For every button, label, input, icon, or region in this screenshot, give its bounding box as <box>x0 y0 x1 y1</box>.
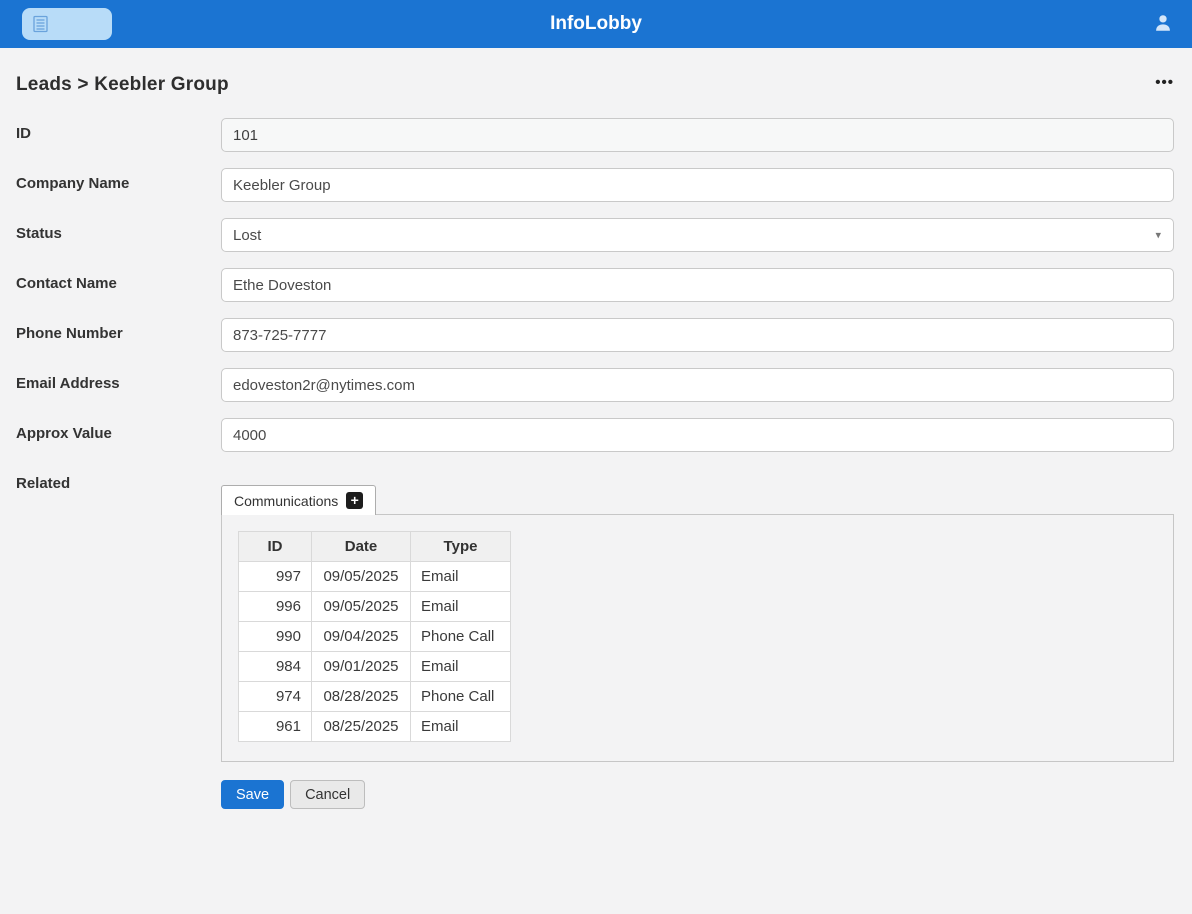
cell-id: 961 <box>239 712 312 742</box>
top-bar: InfoLobby <box>0 0 1192 48</box>
breadcrumb-row: Leads > Keebler Group ••• <box>0 48 1192 118</box>
id-label: ID <box>16 118 221 152</box>
company-name-label: Company Name <box>16 168 221 202</box>
table-row[interactable]: 96108/25/2025Email <box>239 712 511 742</box>
contact-name-label: Contact Name <box>16 268 221 302</box>
cell-type: Phone Call <box>411 682 511 712</box>
form-row-id: ID <box>16 118 1174 152</box>
column-header-id[interactable]: ID <box>239 532 312 562</box>
table-header-row: IDDateType <box>239 532 511 562</box>
breadcrumb-separator: > <box>77 74 88 95</box>
cell-date: 09/05/2025 <box>312 562 411 592</box>
communications-panel: IDDateType 99709/05/2025Email99609/05/20… <box>221 514 1174 762</box>
table-row[interactable]: 98409/01/2025Email <box>239 652 511 682</box>
email-address-label: Email Address <box>16 368 221 402</box>
table-row[interactable]: 97408/28/2025Phone Call <box>239 682 511 712</box>
form-row-phone-number: Phone Number <box>16 318 1174 352</box>
phone-number-label: Phone Number <box>16 318 221 352</box>
add-communication-button[interactable]: + <box>346 492 363 509</box>
company-name-field[interactable] <box>221 168 1174 202</box>
approx-value-label: Approx Value <box>16 418 221 452</box>
form-rows: ID Company Name Status Lost ▾ Contact Name Pho… <box>16 118 1174 452</box>
cell-date: 08/28/2025 <box>312 682 411 712</box>
table-row[interactable]: 99709/05/2025Email <box>239 562 511 592</box>
phone-number-field[interactable] <box>221 318 1174 352</box>
cancel-button[interactable]: Cancel <box>290 780 365 809</box>
cell-type: Email <box>411 652 511 682</box>
list-icon <box>32 15 49 33</box>
form-actions: Save Cancel <box>221 780 1174 809</box>
form-row-contact-name: Contact Name <box>16 268 1174 302</box>
cell-id: 996 <box>239 592 312 622</box>
table-row[interactable]: 99009/04/2025Phone Call <box>239 622 511 652</box>
cell-date: 08/25/2025 <box>312 712 411 742</box>
cell-type: Email <box>411 712 511 742</box>
cell-id: 984 <box>239 652 312 682</box>
table-body: 99709/05/2025Email99609/05/2025Email9900… <box>239 562 511 742</box>
more-options-button[interactable]: ••• <box>1155 74 1174 92</box>
cell-type: Phone Call <box>411 622 511 652</box>
form-row-company-name: Company Name <box>16 168 1174 202</box>
breadcrumb: Leads > Keebler Group <box>16 74 229 96</box>
cell-type: Email <box>411 562 511 592</box>
menu-button[interactable] <box>22 8 112 40</box>
form-row-email-address: Email Address <box>16 368 1174 402</box>
save-button[interactable]: Save <box>221 780 284 809</box>
cell-id: 997 <box>239 562 312 592</box>
form-row-approx-value: Approx Value <box>16 418 1174 452</box>
status-label: Status <box>16 218 221 252</box>
table-row[interactable]: 99609/05/2025Email <box>239 592 511 622</box>
approx-value-field[interactable] <box>221 418 1174 452</box>
cell-date: 09/04/2025 <box>312 622 411 652</box>
cell-id: 990 <box>239 622 312 652</box>
status-select[interactable]: Lost ▾ <box>221 218 1174 252</box>
person-icon <box>1152 12 1174 37</box>
form-row-status: Status Lost ▾ <box>16 218 1174 252</box>
status-selected-value: Lost <box>233 227 261 244</box>
tab-communications[interactable]: Communications + <box>221 485 376 515</box>
tab-communications-label: Communications <box>234 493 338 509</box>
email-address-field[interactable] <box>221 368 1174 402</box>
related-label: Related <box>16 468 221 809</box>
breadcrumb-leads-link[interactable]: Leads <box>16 74 72 95</box>
lead-form: ID Company Name Status Lost ▾ Contact Name Pho… <box>0 118 1192 809</box>
cell-date: 09/01/2025 <box>312 652 411 682</box>
app-title: InfoLobby <box>0 13 1192 35</box>
cell-type: Email <box>411 592 511 622</box>
breadcrumb-record-name: Keebler Group <box>94 74 229 95</box>
communications-table: IDDateType 99709/05/2025Email99609/05/20… <box>238 531 511 742</box>
related-row: Related Communications + IDDateType 9970… <box>16 468 1174 809</box>
cell-date: 09/05/2025 <box>312 592 411 622</box>
user-account-button[interactable] <box>1150 10 1176 39</box>
contact-name-field[interactable] <box>221 268 1174 302</box>
column-header-type[interactable]: Type <box>411 532 511 562</box>
id-field[interactable] <box>221 118 1174 152</box>
chevron-down-icon: ▾ <box>1155 229 1161 242</box>
cell-id: 974 <box>239 682 312 712</box>
column-header-date[interactable]: Date <box>312 532 411 562</box>
